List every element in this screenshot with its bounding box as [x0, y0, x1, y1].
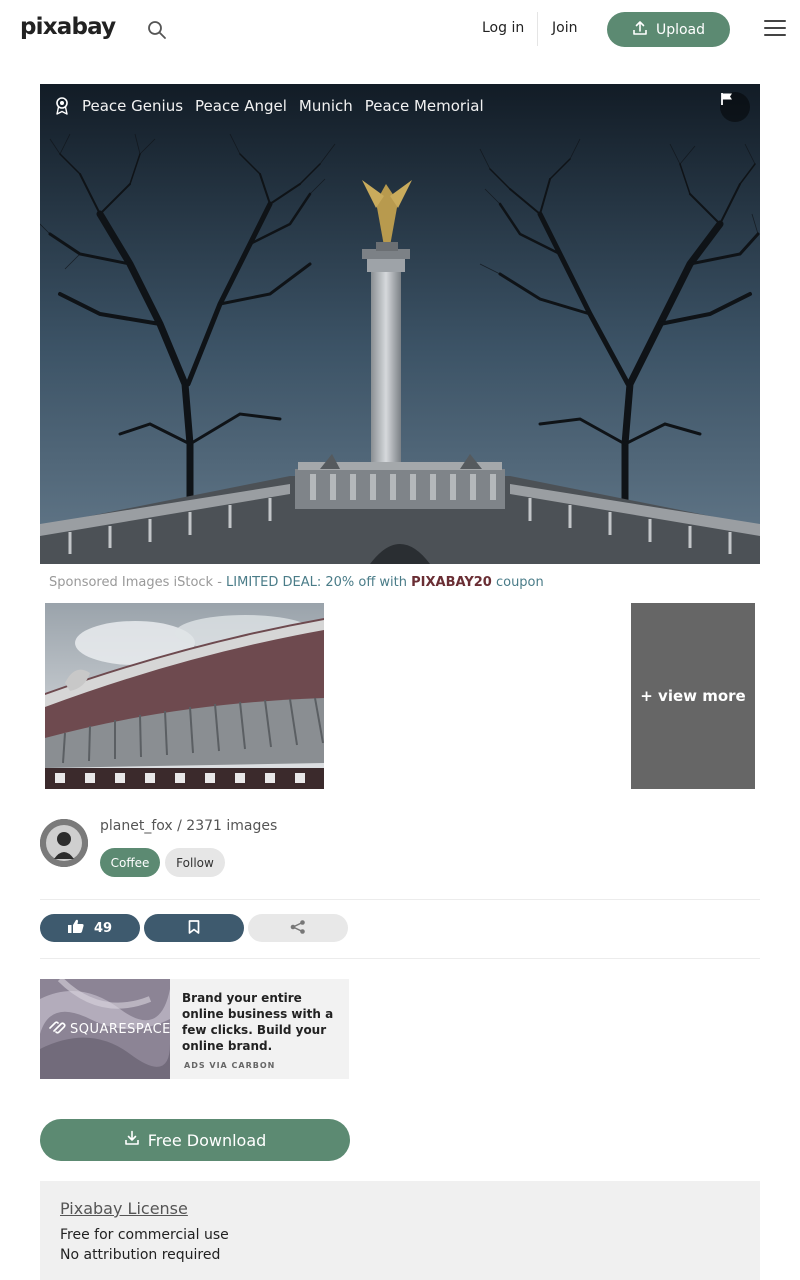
tag-list: Peace Genius Peace Angel Munich Peace Me…: [54, 97, 484, 115]
main-content: Peace Genius Peace Angel Munich Peace Me…: [0, 60, 800, 1280]
bookmark-icon: [188, 919, 200, 938]
tag-peace-genius[interactable]: Peace Genius: [82, 97, 183, 115]
thumbs-up-icon: [67, 919, 84, 937]
download-label: Free Download: [147, 1130, 267, 1150]
user-avatar-image: [40, 819, 88, 867]
pixabay-logo[interactable]: pixabay: [20, 14, 116, 40]
avatar[interactable]: [40, 819, 88, 867]
bookmark-button[interactable]: [144, 914, 244, 942]
sponsored-image[interactable]: [45, 603, 324, 789]
coffee-button[interactable]: Coffee: [100, 848, 160, 877]
sponsored-deal-link[interactable]: LIMITED DEAL: 20% off with: [226, 575, 407, 590]
ad-brand: SQUARESPACE: [48, 1020, 170, 1038]
temple-roof-photo: [45, 603, 324, 789]
tag-peace-angel[interactable]: Peace Angel: [195, 97, 287, 115]
ad-image: SQUARESPACE: [40, 979, 170, 1079]
share-button[interactable]: [248, 914, 348, 942]
license-box: Pixabay License Free for commercial use …: [40, 1181, 760, 1280]
carbon-ad[interactable]: SQUARESPACE Brand your entire online bus…: [40, 979, 349, 1079]
join-link[interactable]: Join: [552, 20, 577, 36]
upload-button[interactable]: Upload: [607, 12, 730, 47]
sponsored-suffix[interactable]: coupon: [496, 575, 544, 590]
ad-text[interactable]: Brand your entire online business with a…: [182, 990, 342, 1054]
ad-brand-label: SQUARESPACE: [70, 1021, 170, 1037]
follow-button[interactable]: Follow: [165, 848, 225, 877]
hamburger-menu-icon[interactable]: [764, 20, 786, 38]
divider: [40, 899, 760, 900]
sponsored-banner: Sponsored Images iStock - LIMITED DEAL: …: [49, 575, 544, 590]
coupon-code[interactable]: PIXABAY20: [411, 575, 492, 590]
sponsored-prefix: Sponsored Images iStock -: [49, 575, 222, 590]
ads-via-carbon[interactable]: ADS VIA CARBON: [184, 1061, 275, 1070]
award-icon: [54, 97, 70, 115]
upload-label: Upload: [655, 21, 706, 38]
upload-icon: [632, 20, 648, 40]
tag-peace-memorial[interactable]: Peace Memorial: [365, 97, 484, 115]
report-flag-icon[interactable]: [720, 92, 750, 122]
user-info[interactable]: planet_fox / 2371 images: [100, 818, 277, 834]
view-more-button[interactable]: + view more: [631, 603, 755, 789]
squarespace-logo-icon: [48, 1020, 66, 1038]
login-link[interactable]: Log in: [482, 20, 524, 36]
share-icon: [290, 919, 306, 938]
license-commercial: Free for commercial use: [60, 1227, 229, 1243]
peace-monument-photo: [40, 84, 760, 564]
tag-munich[interactable]: Munich: [299, 97, 353, 115]
like-count: 49: [93, 920, 113, 936]
license-attribution: No attribution required: [60, 1247, 221, 1263]
download-icon: [124, 1130, 140, 1150]
nav-divider: [537, 12, 538, 46]
divider: [40, 958, 760, 959]
main-image[interactable]: Peace Genius Peace Angel Munich Peace Me…: [40, 84, 760, 564]
free-download-button[interactable]: Free Download: [40, 1119, 350, 1161]
license-link[interactable]: Pixabay License: [60, 1199, 188, 1218]
search-icon[interactable]: [146, 19, 168, 41]
like-button[interactable]: 49: [40, 914, 140, 942]
top-header: pixabay Log in Join Upload: [0, 0, 800, 60]
